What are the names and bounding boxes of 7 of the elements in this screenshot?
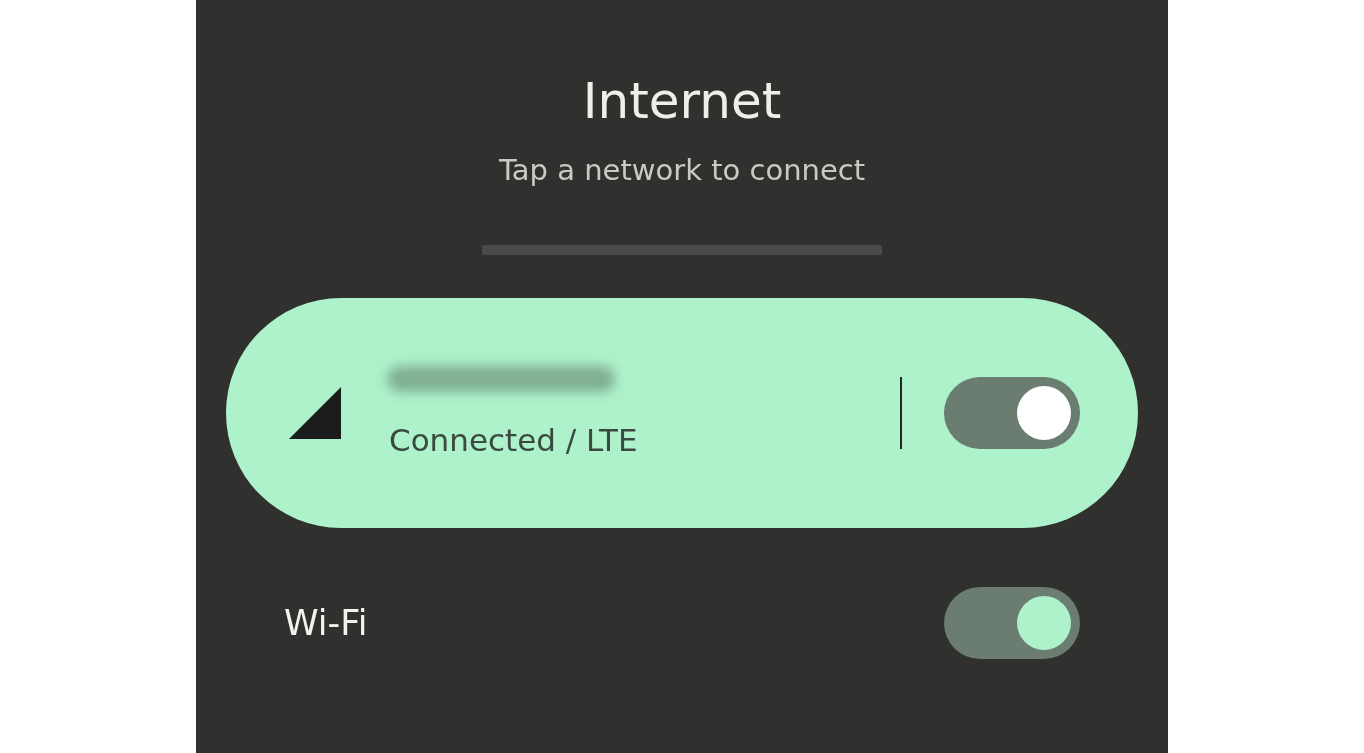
dialog-title: Internet — [582, 71, 782, 132]
signal-icon — [289, 387, 341, 439]
wifi-label: Wi-Fi — [284, 602, 368, 645]
drag-handle[interactable] — [482, 245, 882, 255]
mobile-network-card[interactable]: Connected / LTE — [226, 298, 1138, 528]
network-status: Connected / LTE — [389, 421, 639, 460]
dialog-subtitle: Tap a network to connect — [498, 152, 866, 189]
